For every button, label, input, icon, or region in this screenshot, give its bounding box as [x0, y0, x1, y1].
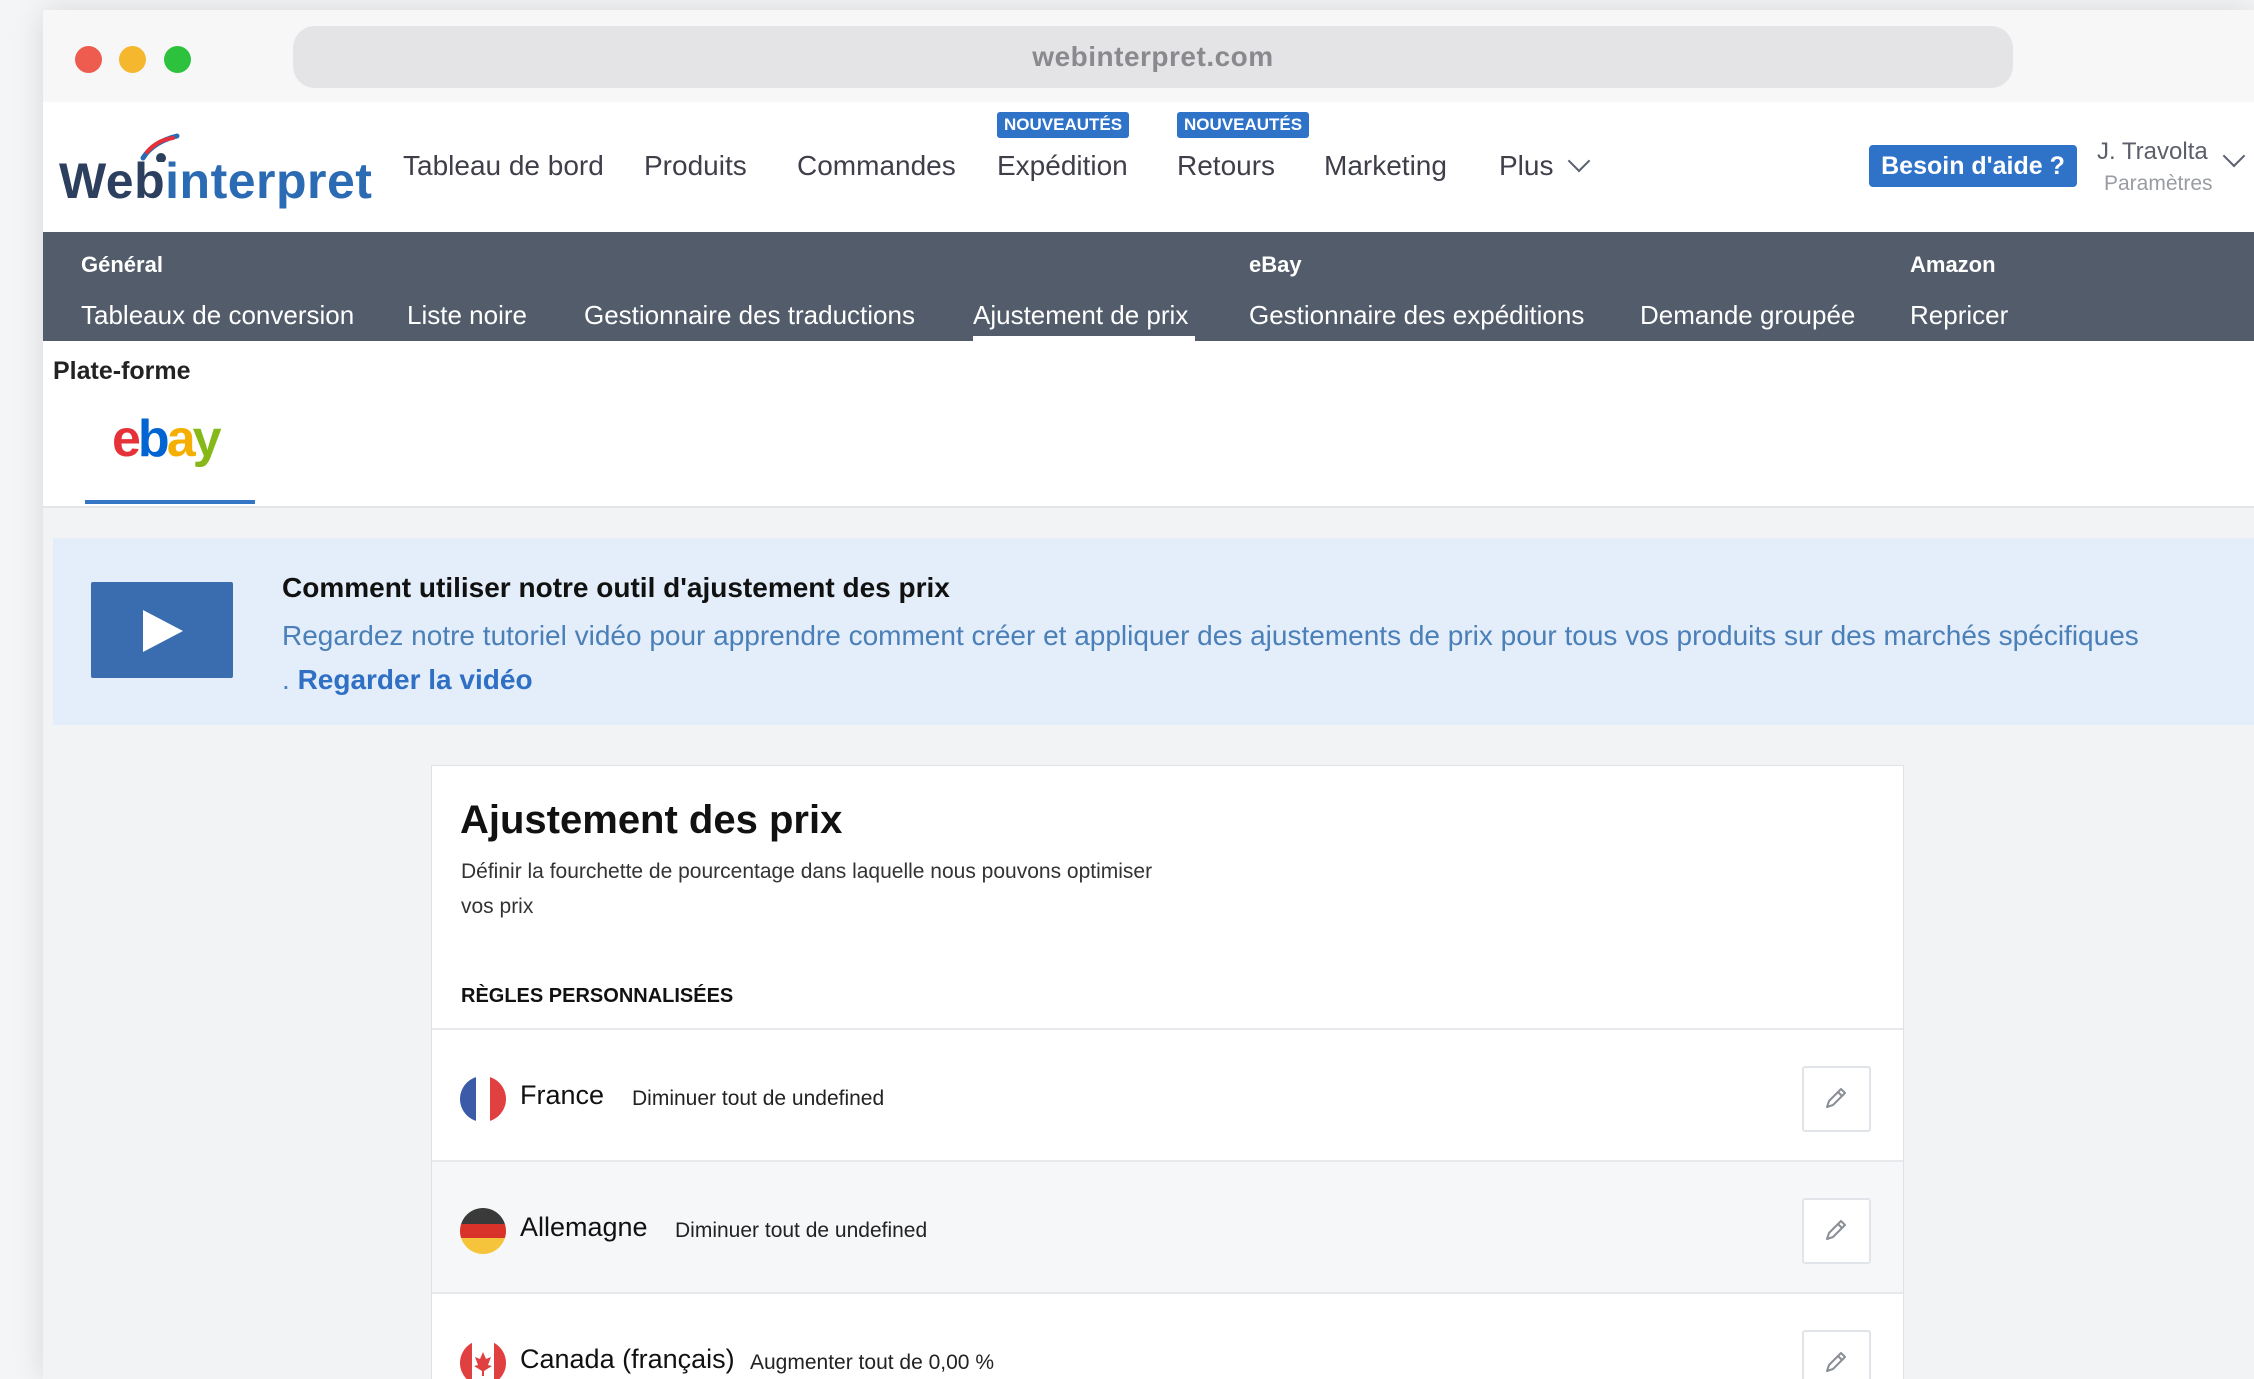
new-badge-expedition: NOUVEAUTÉS: [997, 112, 1130, 138]
pencil-icon: [1826, 1352, 1846, 1372]
nav-label: Expédition: [997, 150, 1128, 181]
group-general: Général: [81, 252, 163, 277]
minimize-window-button[interactable]: [119, 46, 146, 73]
address-bar[interactable]: webinterpret.com: [293, 26, 2013, 88]
logo-wordmark: Webinterpret: [59, 152, 372, 210]
logo-text-web: Web: [59, 153, 166, 209]
card-description: Définir la fourchette de pourcentage dan…: [461, 860, 1153, 918]
nav-label: Plus: [1499, 150, 1554, 181]
nav-label: Marketing: [1324, 150, 1447, 181]
group-amazon: Amazon: [1910, 252, 1996, 277]
nav-plus[interactable]: Plus: [1499, 149, 1591, 182]
nav-label: Commandes: [797, 150, 956, 181]
subnav-demande-groupee[interactable]: Demande groupée: [1640, 300, 1855, 331]
pencil-icon: [1826, 1088, 1846, 1108]
edit-rule-button[interactable]: [1802, 1066, 1871, 1132]
banner-text: Regardez notre tutoriel vidéo pour appre…: [282, 614, 2142, 702]
browser-chrome: webinterpret.com: [43, 10, 2254, 102]
chevron-down-icon: [1568, 149, 1591, 173]
platform-tab-ebay[interactable]: ebay: [85, 401, 255, 504]
france-flag-icon: [460, 1076, 506, 1122]
platform-selector: Plate-forme ebay: [43, 341, 2254, 508]
play-icon: [143, 610, 183, 652]
ebay-letter-b: b: [137, 410, 170, 468]
nav-marketing[interactable]: Marketing: [1324, 150, 1447, 182]
ebay-letter-a: a: [166, 410, 196, 468]
active-platform-indicator: [85, 500, 255, 504]
tutorial-banner: Comment utiliser notre outil d'ajustemen…: [53, 538, 2254, 725]
webinterpret-logo[interactable]: Webinterpret: [59, 128, 372, 218]
url-text: webinterpret.com: [1032, 41, 1274, 72]
country-name: Allemagne: [520, 1212, 648, 1242]
ebay-letter-e: e: [112, 410, 141, 468]
top-navigation: Webinterpret Tableau de bord Produits Co…: [43, 102, 2254, 232]
card-title: Ajustement des prix: [460, 798, 843, 842]
group-ebay: eBay: [1249, 252, 1302, 277]
edit-rule-button[interactable]: [1802, 1198, 1871, 1264]
subnav-repricer[interactable]: Repricer: [1910, 300, 2008, 331]
banner-description: Regardez notre tutoriel vidéo pour appre…: [282, 620, 2139, 695]
close-window-button[interactable]: [75, 46, 102, 73]
settings-subnav: Général eBay Amazon Tableaux de conversi…: [43, 232, 2254, 341]
subnav-ajustement-de-prix[interactable]: Ajustement de prix: [973, 300, 1188, 331]
subnav-liste-noire[interactable]: Liste noire: [407, 300, 527, 331]
nav-label: Produits: [644, 150, 747, 181]
nav-label: Retours: [1177, 150, 1276, 181]
rule-description: Diminuer tout de undefined: [675, 1219, 928, 1242]
rule-description: Augmenter tout de 0,00 %: [750, 1351, 994, 1374]
nav-commandes[interactable]: Commandes: [797, 150, 956, 182]
edit-rule-button[interactable]: [1802, 1330, 1871, 1379]
help-button-label: Besoin d'aide ?: [1881, 151, 2065, 180]
browser-window: webinterpret.com Webinterpret Tableau de…: [43, 10, 2254, 1379]
user-name[interactable]: J. Travolta: [2097, 138, 2208, 166]
country-name: Canada (français): [520, 1344, 735, 1374]
user-menu-chevron-icon[interactable]: [2222, 144, 2246, 168]
nav-tableau-de-bord[interactable]: Tableau de bord: [403, 150, 604, 182]
subnav-gestionnaire-des-traductions[interactable]: Gestionnaire des traductions: [584, 300, 915, 331]
logo-text-interpret: interpret: [165, 153, 373, 209]
watch-video-link[interactable]: Regarder la vidéo: [298, 664, 533, 695]
germany-flag-icon: [460, 1208, 506, 1254]
rule-description: Diminuer tout de undefined: [632, 1087, 885, 1110]
pencil-icon: [1826, 1220, 1846, 1240]
help-button[interactable]: Besoin d'aide ?: [1869, 145, 2077, 187]
custom-rules-heading: RÈGLES PERSONNALISÉES: [461, 985, 734, 1007]
rule-row: Canada (français) Augmenter tout de 0,00…: [432, 1292, 1903, 1379]
user-settings-link[interactable]: Paramètres: [2104, 172, 2213, 196]
subnav-tableaux-de-conversion[interactable]: Tableaux de conversion: [81, 300, 354, 331]
new-badge-retours: NOUVEAUTÉS: [1177, 112, 1310, 138]
nav-retours[interactable]: Retours: [1177, 150, 1275, 182]
banner-title: Comment utiliser notre outil d'ajustemen…: [282, 572, 950, 603]
play-video-button[interactable]: [91, 582, 233, 678]
rule-row: Allemagne Diminuer tout de undefined: [432, 1160, 1903, 1292]
nav-label: Tableau de bord: [403, 150, 604, 181]
nav-expedition[interactable]: Expédition: [997, 150, 1128, 182]
nav-produits[interactable]: Produits: [644, 150, 747, 182]
platform-label: Plate-forme: [53, 357, 191, 385]
ebay-letter-y: y: [192, 410, 222, 468]
ebay-logo: ebay: [112, 409, 222, 469]
price-adjustment-card: Ajustement des prix Définir la fourchett…: [431, 765, 1904, 1379]
canada-flag-icon: [460, 1340, 506, 1379]
rule-row: France Diminuer tout de undefined: [432, 1028, 1903, 1160]
maximize-window-button[interactable]: [164, 46, 191, 73]
country-name: France: [520, 1080, 605, 1110]
subnav-gestionnaire-des-expeditions[interactable]: Gestionnaire des expéditions: [1249, 300, 1584, 331]
